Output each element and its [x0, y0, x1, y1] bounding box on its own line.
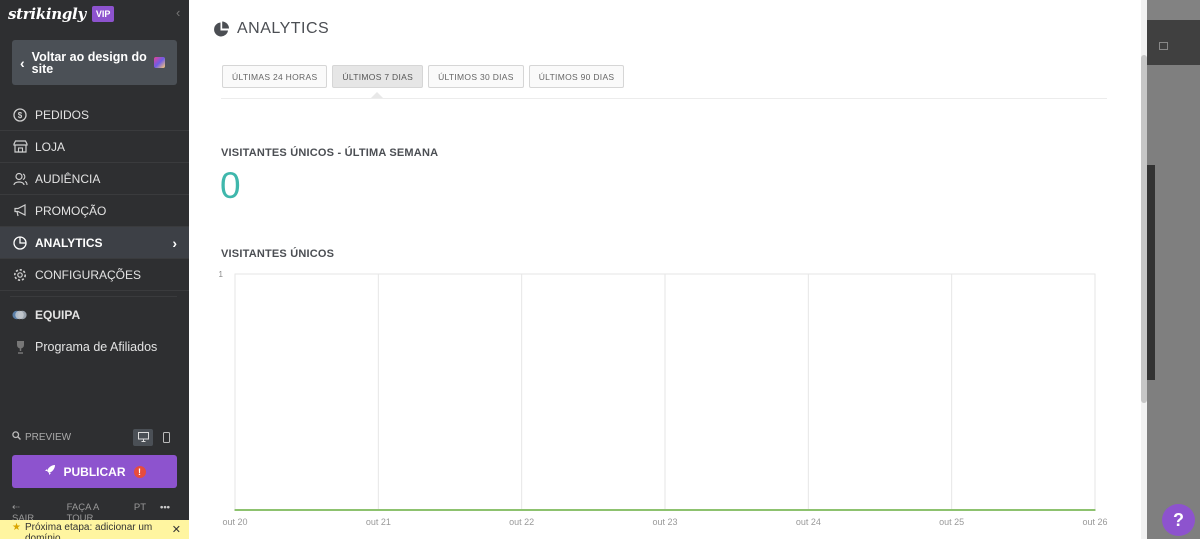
data-point — [520, 509, 523, 511]
sidebar-item-promocao[interactable]: PROMOÇÃO — [0, 195, 189, 227]
publish-button[interactable]: PUBLICAR ! — [12, 455, 177, 488]
sidebar-item-analytics[interactable]: ANALYTICS › — [0, 227, 189, 259]
dollar-circle-icon: $ — [12, 107, 28, 123]
x-tick-label: out 23 — [652, 517, 677, 527]
sidebar-item-audiencia[interactable]: AUDIÊNCIA — [0, 163, 189, 195]
x-tick-label: out 26 — [1082, 517, 1107, 527]
store-icon — [12, 139, 28, 155]
preview-top — [1147, 0, 1200, 20]
sidebar-item-label: PEDIDOS — [35, 107, 90, 122]
sidebar-nav: $ PEDIDOS LOJA AUDIÊNCIA PROMOÇÃO ANALYT… — [0, 99, 189, 363]
chart-svg: 1 out 20 out 21 out 22 out 23 out 24 out 25 out… — [219, 270, 1108, 527]
data-point — [377, 509, 380, 511]
unique-week-value: 0 — [220, 165, 241, 206]
pie-chart-icon — [214, 21, 229, 36]
chart-title: VISITANTES ÚNICOS — [221, 248, 335, 260]
trophy-icon — [12, 339, 28, 355]
sidebar-item-pedidos[interactable]: $ PEDIDOS — [0, 99, 189, 131]
sidebar-item-loja[interactable]: LOJA — [0, 131, 189, 163]
sidebar-item-label: EQUIPA — [35, 308, 81, 322]
sidebar-item-label: Programa de Afiliados — [35, 340, 158, 354]
y-tick-label: 1 — [219, 270, 224, 279]
tab-90d[interactable]: ÚLTIMOS 90 DIAS — [528, 65, 625, 88]
x-tick-label: out 21 — [366, 517, 391, 527]
page-title: ANALYTICS — [237, 20, 330, 37]
sidebar: strikingly VIP ‹ ‹ Voltar ao design do s… — [0, 0, 189, 539]
next-step-banner[interactable]: ★ Próxima etapa: adicionar um domínio ✕ — [0, 520, 189, 539]
time-range-tabs: ÚLTIMAS 24 HORAS ÚLTIMOS 7 DIAS ÚLTIMOS … — [222, 65, 629, 88]
analytics-panel: ANALYTICS ÚLTIMAS 24 HORAS ÚLTIMOS 7 DIA… — [189, 0, 1147, 539]
chevron-left-icon[interactable]: ‹ — [176, 5, 180, 20]
chevron-right-icon: › — [172, 234, 177, 251]
help-button[interactable]: ? — [1162, 504, 1195, 536]
users-icon — [12, 171, 28, 187]
strikingly-logo[interactable]: strikingly — [8, 5, 86, 23]
sidebar-item-label: LOJA — [35, 139, 66, 154]
mobile-icon[interactable] — [156, 429, 176, 446]
gear-icon — [12, 267, 28, 283]
publish-label: PUBLICAR — [63, 464, 126, 479]
design-palette-icon — [154, 57, 165, 68]
data-point — [1094, 509, 1096, 511]
tab-7d[interactable]: ÚLTIMOS 7 DIAS — [332, 65, 424, 88]
preview-label[interactable]: PREVIEW — [25, 432, 71, 443]
sidebar-item-label: PROMOÇÃO — [35, 203, 107, 218]
megaphone-icon — [12, 203, 28, 219]
page-header: ANALYTICS — [213, 20, 329, 38]
preview-row: PREVIEW — [12, 428, 177, 446]
preview-dark-strip — [1147, 165, 1155, 380]
sidebar-item-label: CONFIGURAÇÕES — [35, 267, 142, 282]
x-tick-label: out 22 — [509, 517, 534, 527]
pie-chart-icon — [12, 235, 28, 251]
sidebar-item-equipa[interactable]: EQUIPA — [0, 299, 189, 331]
data-point — [234, 509, 236, 511]
desktop-icon[interactable] — [133, 428, 153, 446]
sidebar-item-label: AUDIÊNCIA — [35, 171, 101, 186]
vip-badge: VIP — [91, 6, 115, 22]
back-to-design-label: Voltar ao design do site — [31, 49, 147, 76]
divider — [221, 98, 1107, 99]
sidebar-item-label: ANALYTICS — [35, 235, 103, 250]
star-icon: ★ — [12, 522, 21, 533]
warning-icon: ! — [133, 465, 146, 478]
rocket-icon — [44, 464, 56, 479]
chevron-left-icon: ‹ — [20, 54, 25, 71]
team-icon — [12, 307, 28, 323]
close-icon[interactable]: ✕ — [172, 523, 181, 536]
data-point — [664, 509, 666, 511]
square-icon — [1159, 42, 1168, 50]
divider — [10, 291, 177, 297]
data-point — [807, 509, 810, 511]
sidebar-item-afiliados[interactable]: Programa de Afiliados — [0, 331, 189, 363]
x-tick-label: out 20 — [222, 517, 247, 527]
unique-week-title: VISITANTES ÚNICOS - ÚLTIMA SEMANA — [221, 147, 439, 159]
background-site-preview — [1147, 0, 1200, 539]
tab-30d[interactable]: ÚLTIMOS 30 DIAS — [428, 65, 524, 88]
x-tick-label: out 24 — [796, 517, 821, 527]
svg-text:$: $ — [18, 111, 23, 120]
search-icon — [12, 431, 21, 443]
visitors-chart: 1 out 20 out 21 out 22 out 23 out 24 out 25 out… — [215, 268, 1115, 530]
next-step-text: Próxima etapa: adicionar um domínio — [24, 522, 153, 539]
brand-row: strikingly VIP — [8, 4, 115, 24]
tab-24h[interactable]: ÚLTIMAS 24 HORAS — [222, 65, 328, 88]
back-to-design-button[interactable]: ‹ Voltar ao design do site — [12, 40, 177, 85]
preview-dark-block — [1147, 20, 1200, 65]
sidebar-item-configuracoes[interactable]: CONFIGURAÇÕES — [0, 259, 189, 291]
data-point — [950, 509, 953, 511]
x-tick-label: out 25 — [939, 517, 964, 527]
